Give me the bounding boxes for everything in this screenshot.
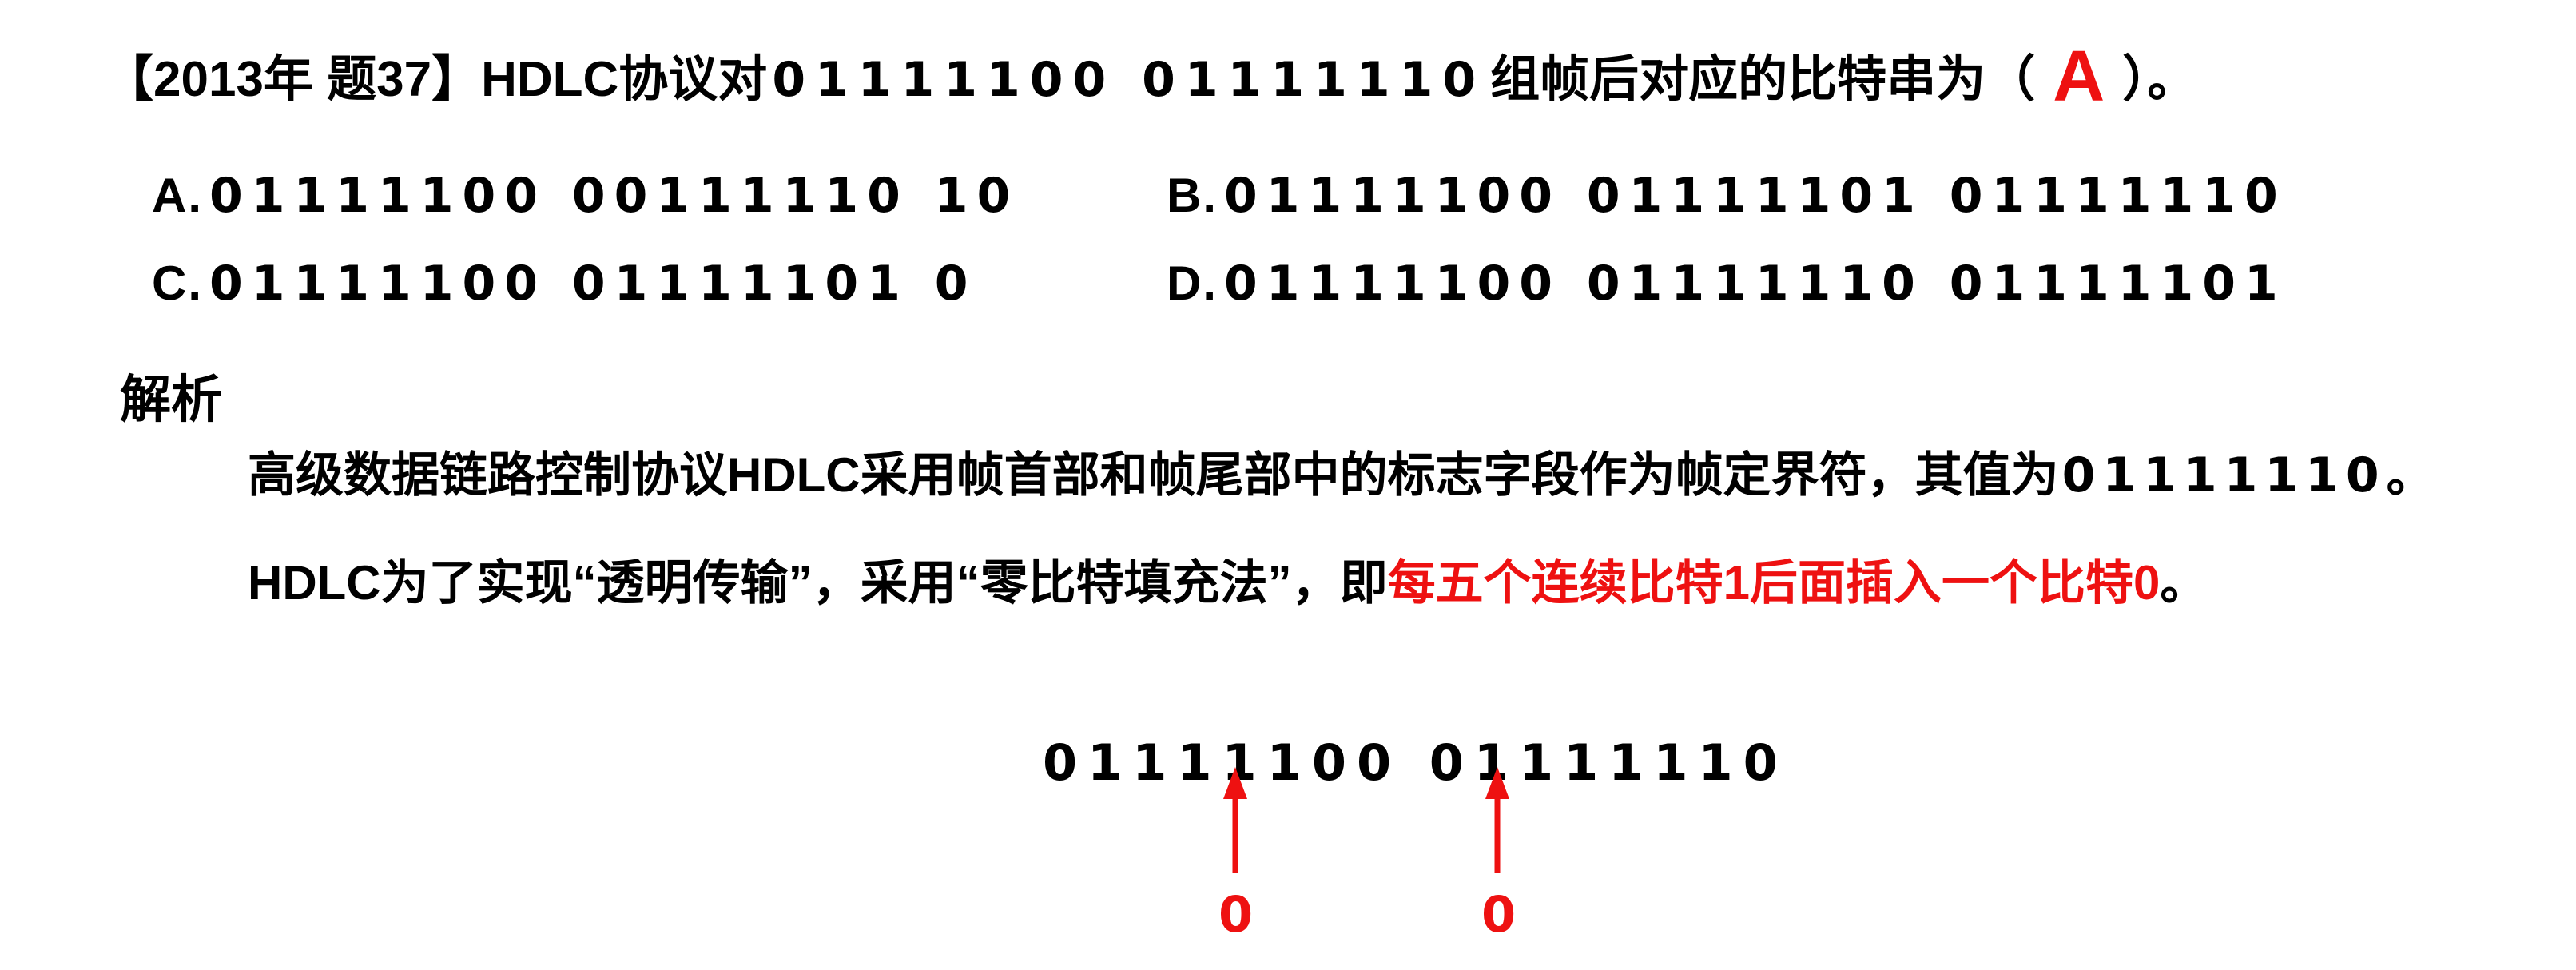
option-bits: 01111100 00111110 10 [209, 168, 1020, 224]
analysis-heading: 解析 [120, 371, 222, 428]
option-bits: 01111100 01111101 01111110 [1224, 168, 2287, 224]
option-b: B. 01111100 01111101 01111110 [1167, 164, 2287, 228]
option-label: C. [152, 256, 203, 310]
diagram-bit-string: 01111100 01111110 [1043, 733, 1788, 792]
paragraph-text: 高级数据链路控制协议HDLC采用帧首部和帧尾部中的标志字段作为帧定界符，其值为 [248, 448, 2059, 502]
paragraph-text: HDLC为了实现“透明传输”，采用“零比特填充法”，即 [248, 556, 1388, 610]
question-bits: 01111100 01111110 [772, 52, 1486, 108]
option-label: B. [1167, 169, 1218, 222]
question-prefix: 【2013年 题37】HDLC协议对 [104, 52, 768, 107]
option-bits: 01111100 01111110 01111101 [1224, 256, 2287, 312]
analysis-paragraph-2: HDLC为了实现“透明传输”，采用“零比特填充法”，即每五个连续比特1后面插入一… [248, 551, 2208, 615]
inserted-zero-label: 0 [1481, 885, 1517, 944]
flag-bits: 01111110 [2061, 447, 2387, 503]
answer-mark: A [2053, 37, 2105, 117]
option-a: A. 01111100 00111110 10 [152, 164, 1019, 228]
option-d: D. 01111100 01111110 01111101 [1167, 252, 2287, 316]
option-label: D. [1167, 256, 1218, 310]
question-close: ）。 [2122, 52, 2197, 107]
highlight-rule: 每五个连续比特1后面插入一个比特0 [1387, 556, 2161, 610]
paragraph-end: 。 [2160, 556, 2208, 610]
option-label: A. [152, 169, 203, 222]
inserted-zero-label: 0 [1218, 885, 1254, 944]
question-suffix: 组帧后对应的比特串为（ [1490, 52, 2036, 107]
question-line: 【2013年 题37】HDLC协议对 01111100 01111110组帧后对应… [104, 38, 2196, 115]
paragraph-end: 。 [2386, 448, 2435, 502]
analysis-paragraph-1: 高级数据链路控制协议HDLC采用帧首部和帧尾部中的标志字段作为帧定界符，其值为0… [248, 443, 2435, 507]
option-bits: 01111100 01111101 0 [209, 256, 977, 312]
option-c: C. 01111100 01111101 0 [152, 252, 977, 316]
